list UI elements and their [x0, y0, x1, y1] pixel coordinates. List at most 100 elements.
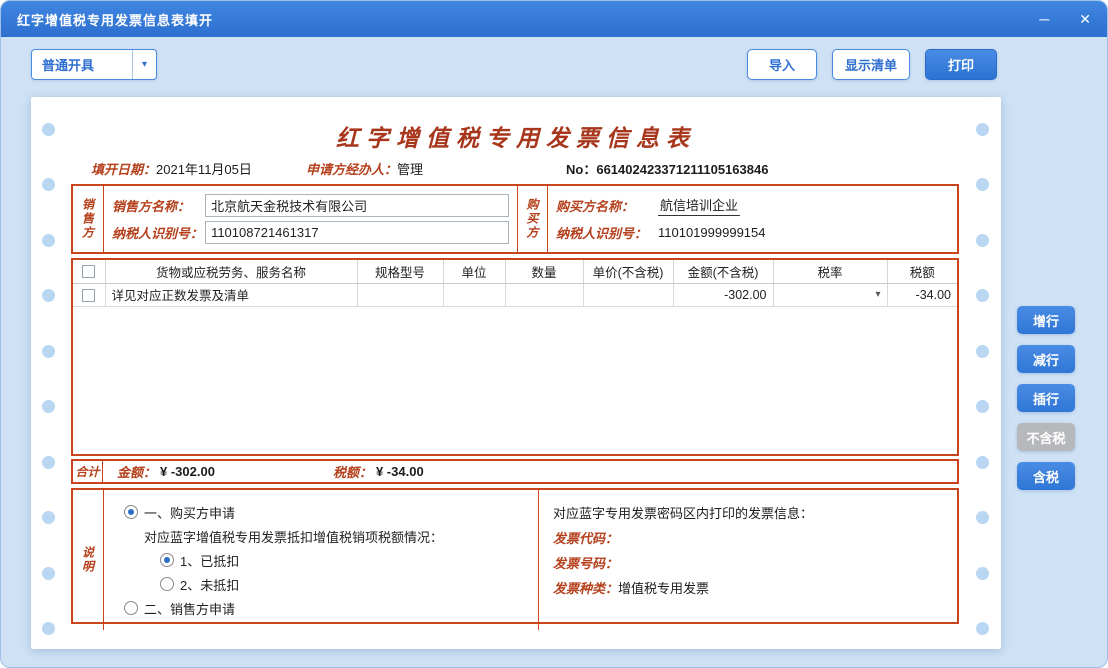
- note-side-label: 说明: [73, 490, 103, 630]
- seller-apply-radio[interactable]: [124, 601, 138, 615]
- items-table: 货物或应税劳务、服务名称 规格型号 单位 数量 单价(不含税) 金额(不含税) …: [73, 260, 957, 307]
- item-name-cell: 详见对应正数发票及清单: [105, 283, 357, 306]
- party-section: 销售方 销售方名称： 纳税人识别号： 购买方 购买方名称： 航信培训企业 纳: [71, 184, 959, 254]
- paper-hole: [976, 234, 989, 247]
- seller-fields: 销售方名称： 纳税人识别号：: [103, 186, 517, 252]
- item-qty-cell: [505, 283, 583, 306]
- total-section: 合计 金额： ¥ -302.00 税额： ¥ -34.00: [71, 459, 959, 484]
- incl-tax-button[interactable]: 含税: [1017, 462, 1075, 490]
- excl-tax-button[interactable]: 不含税: [1017, 423, 1075, 451]
- minimize-icon[interactable]: ─: [1039, 1, 1049, 37]
- col-header-amount: 金额(不含税): [673, 260, 773, 283]
- blue-invoice-info: 对应蓝字专用发票密码区内打印的发票信息： 发票代码： 发票号码： 发票种类： 增…: [538, 490, 957, 630]
- items-header-row: 货物或应税劳务、服务名称 规格型号 单位 数量 单价(不含税) 金额(不含税) …: [73, 260, 957, 283]
- buyer-side-label: 购买方: [517, 186, 547, 252]
- col-header-price: 单价(不含税): [583, 260, 673, 283]
- total-amount-value: ¥ -302.00: [160, 464, 215, 479]
- total-amount-label: 金额：: [117, 462, 156, 481]
- paper-hole: [976, 400, 989, 413]
- print-button[interactable]: 打印: [925, 49, 997, 80]
- invoice-form-paper: 红字增值税专用发票信息表 填开日期：2021年11月05日 申请方经办人：管理 …: [31, 97, 1001, 649]
- table-row[interactable]: 详见对应正数发票及清单 -302.00 ▾ -34.00: [73, 283, 957, 306]
- paper-hole: [976, 178, 989, 191]
- paper-hole: [976, 345, 989, 358]
- form-number-label: No：: [566, 162, 596, 177]
- paper-hole: [42, 400, 55, 413]
- seller-apply-label: 二、销售方申请: [144, 599, 235, 618]
- paper-hole: [976, 289, 989, 302]
- paper-hole: [42, 289, 55, 302]
- insert-row-button[interactable]: 插行: [1017, 384, 1075, 412]
- paper-hole: [42, 234, 55, 247]
- buyer-taxid-value: 110101999999154: [658, 225, 766, 240]
- seller-taxid-input[interactable]: [205, 221, 509, 244]
- total-tax-value: ¥ -34.00: [376, 464, 424, 479]
- add-row-button[interactable]: 增行: [1017, 306, 1075, 334]
- chevron-down-icon: ▾: [132, 50, 156, 79]
- agent-value: 管理: [397, 162, 423, 177]
- col-header-taxrate: 税率: [773, 260, 887, 283]
- agent: 申请方经办人：管理: [306, 159, 423, 178]
- form-number-value: 661402423371211105163846: [596, 162, 768, 177]
- window-controls: ─ ✕: [1039, 1, 1091, 37]
- titlebar: 红字增值税专用发票信息表填开 ─ ✕: [1, 1, 1107, 37]
- items-table-section: 货物或应税劳务、服务名称 规格型号 单位 数量 单价(不含税) 金额(不含税) …: [71, 258, 959, 456]
- seller-name-input[interactable]: [205, 194, 509, 217]
- buyer-apply-radio[interactable]: [124, 505, 138, 519]
- paper-hole: [42, 511, 55, 524]
- invoice-mode-value: 普通开具: [32, 55, 132, 74]
- fill-date-label: 填开日期：: [91, 162, 156, 177]
- paper-hole: [42, 178, 55, 191]
- show-list-button[interactable]: 显示清单: [832, 49, 910, 80]
- not-deducted-radio[interactable]: [160, 577, 174, 591]
- import-button[interactable]: 导入: [747, 49, 817, 80]
- paper-hole: [976, 567, 989, 580]
- paper-hole: [42, 456, 55, 469]
- item-unit-cell: [443, 283, 505, 306]
- paper-hole: [976, 511, 989, 524]
- invoice-number-label: 发票号码：: [553, 553, 618, 572]
- seller-name-label: 销售方名称：: [112, 196, 205, 215]
- row-checkbox[interactable]: [82, 289, 95, 302]
- paper-holes-left: [41, 123, 55, 635]
- paper-hole: [42, 345, 55, 358]
- total-values: 金额： ¥ -302.00 税额： ¥ -34.00: [103, 461, 957, 482]
- col-header-unit: 单位: [443, 260, 505, 283]
- invoice-mode-dropdown[interactable]: 普通开具 ▾: [31, 49, 157, 80]
- item-amount-cell: -302.00: [673, 283, 773, 306]
- total-tax-label: 税额：: [333, 462, 372, 481]
- col-header-spec: 规格型号: [357, 260, 443, 283]
- app-window: 红字增值税专用发票信息表填开 ─ ✕ 普通开具 ▾ 导入 显示清单 打印 红字增…: [0, 0, 1108, 668]
- not-deducted-label: 2、未抵扣: [180, 575, 239, 594]
- deducted-label: 1、已抵扣: [180, 551, 239, 570]
- fill-date-value: 2021年11月05日: [156, 162, 252, 177]
- form-info-row: 填开日期：2021年11月05日 申请方经办人：管理 No：6614024233…: [71, 159, 959, 179]
- window-title: 红字增值税专用发票信息表填开: [17, 10, 213, 29]
- deduct-title: 对应蓝字增值税专用发票抵扣增值税销项税额情况：: [144, 527, 443, 546]
- buyer-fields: 购买方名称： 航信培训企业 纳税人识别号： 110101999999154: [547, 186, 957, 252]
- taxrate-dropdown-icon[interactable]: ▾: [875, 289, 880, 300]
- select-all-checkbox[interactable]: [82, 265, 95, 278]
- seller-side-label: 销售方: [73, 186, 103, 252]
- item-tax-cell: -34.00: [887, 283, 957, 306]
- invoice-type-value: 增值税专用发票: [618, 578, 709, 597]
- invoice-type-label: 发票种类：: [553, 578, 618, 597]
- close-icon[interactable]: ✕: [1079, 1, 1091, 37]
- paper-hole: [42, 567, 55, 580]
- row-action-buttons: 增行 减行 插行 不含税 含税: [1017, 306, 1075, 490]
- deducted-radio[interactable]: [160, 553, 174, 567]
- seller-taxid-label: 纳税人识别号：: [112, 223, 205, 242]
- buyer-taxid-label: 纳税人识别号：: [556, 223, 658, 242]
- item-taxrate-cell: ▾: [773, 283, 887, 306]
- buyer-name-label: 购买方名称：: [556, 196, 658, 215]
- col-header-qty: 数量: [505, 260, 583, 283]
- total-side-label: 合计: [73, 461, 103, 482]
- form-title: 红字增值税专用发票信息表: [31, 119, 1001, 153]
- form-number: No：661402423371211105163846: [566, 159, 768, 178]
- blue-invoice-title: 对应蓝字专用发票密码区内打印的发票信息：: [553, 503, 813, 522]
- paper-hole: [976, 622, 989, 635]
- toolbar-actions: 导入 显示清单 打印: [747, 49, 997, 80]
- fill-date: 填开日期：2021年11月05日: [91, 159, 252, 178]
- note-section: 说明 一、购买方申请 对应蓝字增值税专用发票抵扣增值税销项税额情况： 1、已抵扣…: [71, 488, 959, 624]
- remove-row-button[interactable]: 减行: [1017, 345, 1075, 373]
